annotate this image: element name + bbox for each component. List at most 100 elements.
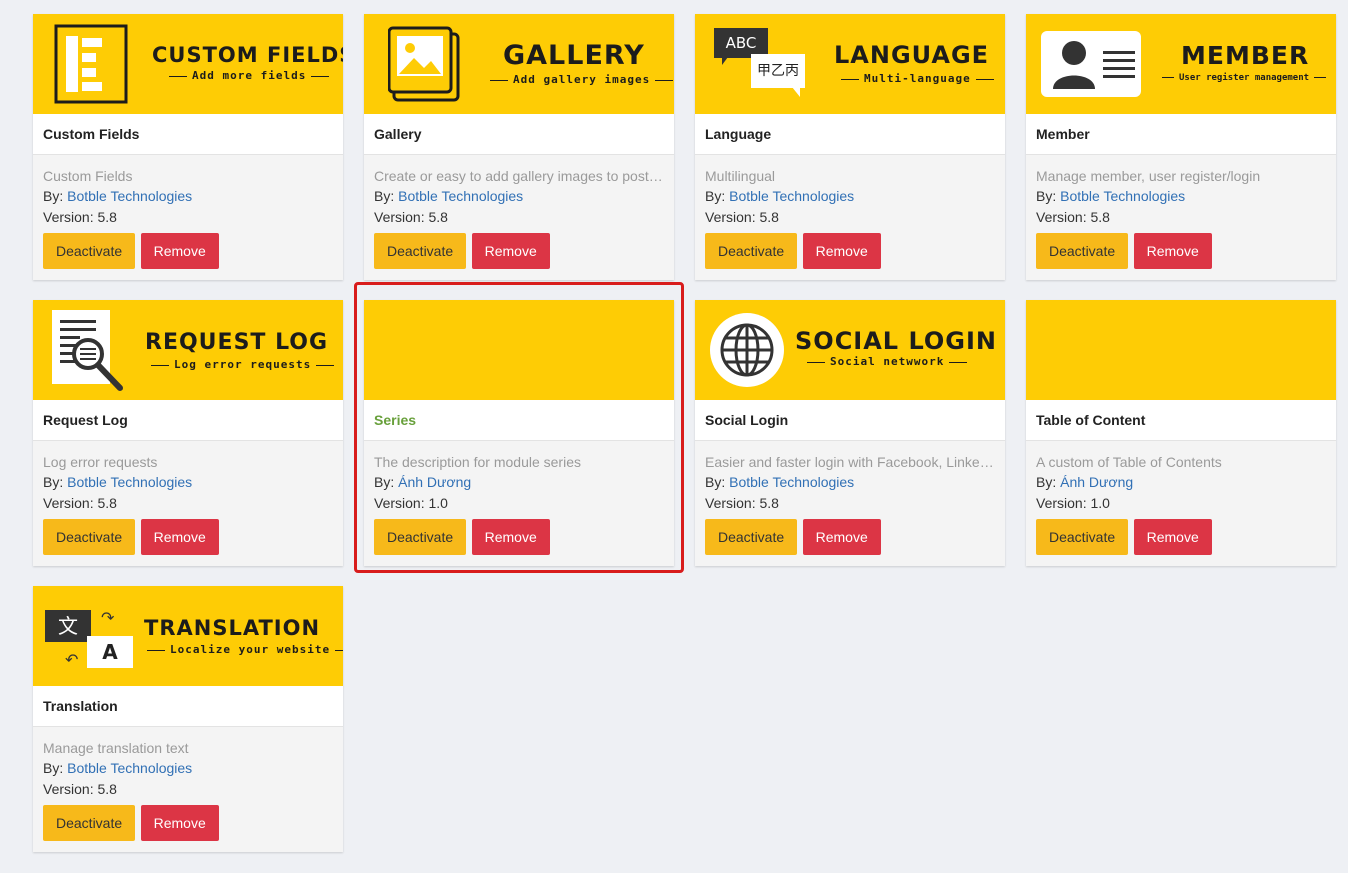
plugin-banner: ABC 甲乙丙 LANGUAGE Multi-language (695, 14, 1005, 114)
language-bubbles-icon: ABC 甲乙丙 (714, 28, 806, 102)
banner-subtitle: Log error requests (146, 358, 339, 371)
plugin-card-custom-fields: CUSTOM FIELDS Add more fields Custom Fie… (33, 14, 343, 280)
plugin-card-gallery: GALLERY Add gallery images Gallery Creat… (364, 14, 674, 280)
plugin-description: The description for module series (374, 454, 581, 470)
plugin-card-series: Series The description for module series… (364, 300, 674, 566)
author-link[interactable]: Botble Technologies (67, 188, 192, 204)
member-card-icon (1041, 31, 1141, 97)
plugin-banner: SOCIAL LOGIN Social netwwork (695, 300, 1005, 400)
plugin-version: Version: 1.0 (1036, 495, 1110, 511)
plugin-name: Member (1026, 114, 1336, 155)
deactivate-button[interactable]: Deactivate (43, 233, 136, 269)
author-link[interactable]: Botble Technologies (729, 474, 854, 490)
plugin-banner: REQUEST LOG Log error requests (33, 300, 343, 400)
deactivate-button[interactable]: Deactivate (374, 519, 467, 555)
plugin-name: Social Login (695, 400, 1005, 441)
banner-subtitle: User register management (1157, 73, 1331, 83)
plugin-banner: CUSTOM FIELDS Add more fields (33, 14, 343, 114)
remove-button[interactable]: Remove (140, 805, 219, 841)
plugin-name: Table of Content (1026, 400, 1336, 441)
plugin-card-member: MEMBER User register management Member M… (1026, 14, 1336, 280)
plugin-version: Version: 5.8 (43, 209, 117, 225)
plugin-description: Manage member, user register/login (1036, 168, 1261, 184)
plugin-name: Gallery (364, 114, 674, 155)
deactivate-button[interactable]: Deactivate (43, 805, 136, 841)
plugin-card-table-of-content: Table of Content A custom of Table of Co… (1026, 300, 1336, 566)
remove-button[interactable]: Remove (1133, 233, 1212, 269)
remove-button[interactable]: Remove (140, 233, 219, 269)
banner-title: TRANSLATION (144, 616, 321, 640)
list-layout-icon (54, 24, 128, 104)
author-link[interactable]: Ánh Dương (398, 474, 471, 490)
plugin-banner: GALLERY Add gallery images (364, 14, 674, 114)
banner-title: MEMBER (1181, 41, 1310, 70)
banner-title: GALLERY (503, 40, 645, 71)
plugin-version: Version: 5.8 (705, 495, 779, 511)
plugin-author: By: Botble Technologies (1036, 188, 1186, 204)
banner-subtitle: Social netwwork (802, 355, 972, 368)
author-link[interactable]: Botble Technologies (67, 474, 192, 490)
deactivate-button[interactable]: Deactivate (1036, 519, 1129, 555)
plugin-author: By: Botble Technologies (43, 760, 193, 776)
remove-button[interactable]: Remove (802, 233, 881, 269)
remove-button[interactable]: Remove (471, 519, 550, 555)
plugin-name: Series (364, 400, 674, 441)
plugin-name: Custom Fields (33, 114, 343, 155)
remove-button[interactable]: Remove (802, 519, 881, 555)
document-search-icon (52, 310, 123, 391)
banner-subtitle: Add gallery images (485, 73, 674, 86)
plugin-author: By: Botble Technologies (43, 188, 193, 204)
author-link[interactable]: Botble Technologies (398, 188, 523, 204)
plugin-banner: 文 A ↷ ↶ TRANSLATION Localize your websit… (33, 586, 343, 686)
speech-bubble-cjk: 甲乙丙 (751, 54, 805, 88)
plugin-author: By: Botble Technologies (374, 188, 524, 204)
plugin-author: By: Ánh Dương (374, 474, 472, 490)
plugin-version: Version: 1.0 (374, 495, 448, 511)
plugin-description: Easier and faster login with Facebook, L… (705, 454, 995, 470)
translate-source-glyph: 文 (45, 610, 91, 642)
plugin-version: Version: 5.8 (1036, 209, 1110, 225)
gallery-images-icon (388, 26, 460, 102)
plugin-card-request-log: REQUEST LOG Log error requests Request L… (33, 300, 343, 566)
plugin-description: A custom of Table of Contents (1036, 454, 1222, 470)
deactivate-button[interactable]: Deactivate (43, 519, 136, 555)
banner-title: LANGUAGE (834, 41, 990, 69)
remove-button[interactable]: Remove (1133, 519, 1212, 555)
plugin-grid: CUSTOM FIELDS Add more fields Custom Fie… (0, 0, 1348, 873)
plugin-name: Request Log (33, 400, 343, 441)
arrow-icon: ↶ (65, 652, 79, 669)
plugin-banner (1026, 300, 1336, 400)
banner-title: REQUEST LOG (145, 330, 329, 355)
deactivate-button[interactable]: Deactivate (705, 233, 798, 269)
plugin-name: Language (695, 114, 1005, 155)
translate-target-glyph: A (87, 636, 133, 668)
author-link[interactable]: Botble Technologies (1060, 188, 1185, 204)
author-link[interactable]: Botble Technologies (67, 760, 192, 776)
plugin-card-social-login: SOCIAL LOGIN Social netwwork Social Logi… (695, 300, 1005, 566)
author-link[interactable]: Botble Technologies (729, 188, 854, 204)
plugin-author: By: Botble Technologies (43, 474, 193, 490)
plugin-card-translation: 文 A ↷ ↶ TRANSLATION Localize your websit… (33, 586, 343, 852)
plugin-description: Manage translation text (43, 740, 189, 756)
globe-icon (710, 313, 784, 387)
translate-icon: 文 A ↷ ↶ (45, 610, 135, 670)
author-link[interactable]: Ánh Dương (1060, 474, 1133, 490)
remove-button[interactable]: Remove (140, 519, 219, 555)
banner-subtitle: Localize your website (142, 643, 343, 656)
remove-button[interactable]: Remove (471, 233, 550, 269)
plugin-description: Create or easy to add gallery images to … (374, 168, 664, 184)
deactivate-button[interactable]: Deactivate (705, 519, 798, 555)
plugin-description: Custom Fields (43, 168, 133, 184)
plugin-description: Log error requests (43, 454, 158, 470)
plugin-description: Multilingual (705, 168, 776, 184)
deactivate-button[interactable]: Deactivate (374, 233, 467, 269)
banner-subtitle: Add more fields (164, 69, 334, 82)
plugin-author: By: Ánh Dương (1036, 474, 1134, 490)
plugin-name: Translation (33, 686, 343, 727)
deactivate-button[interactable]: Deactivate (1036, 233, 1129, 269)
banner-title: SOCIAL LOGIN (795, 327, 998, 355)
plugin-author: By: Botble Technologies (705, 188, 855, 204)
plugin-card-language: ABC 甲乙丙 LANGUAGE Multi-language Language… (695, 14, 1005, 280)
plugin-version: Version: 5.8 (43, 781, 117, 797)
arrow-icon: ↷ (101, 610, 115, 627)
